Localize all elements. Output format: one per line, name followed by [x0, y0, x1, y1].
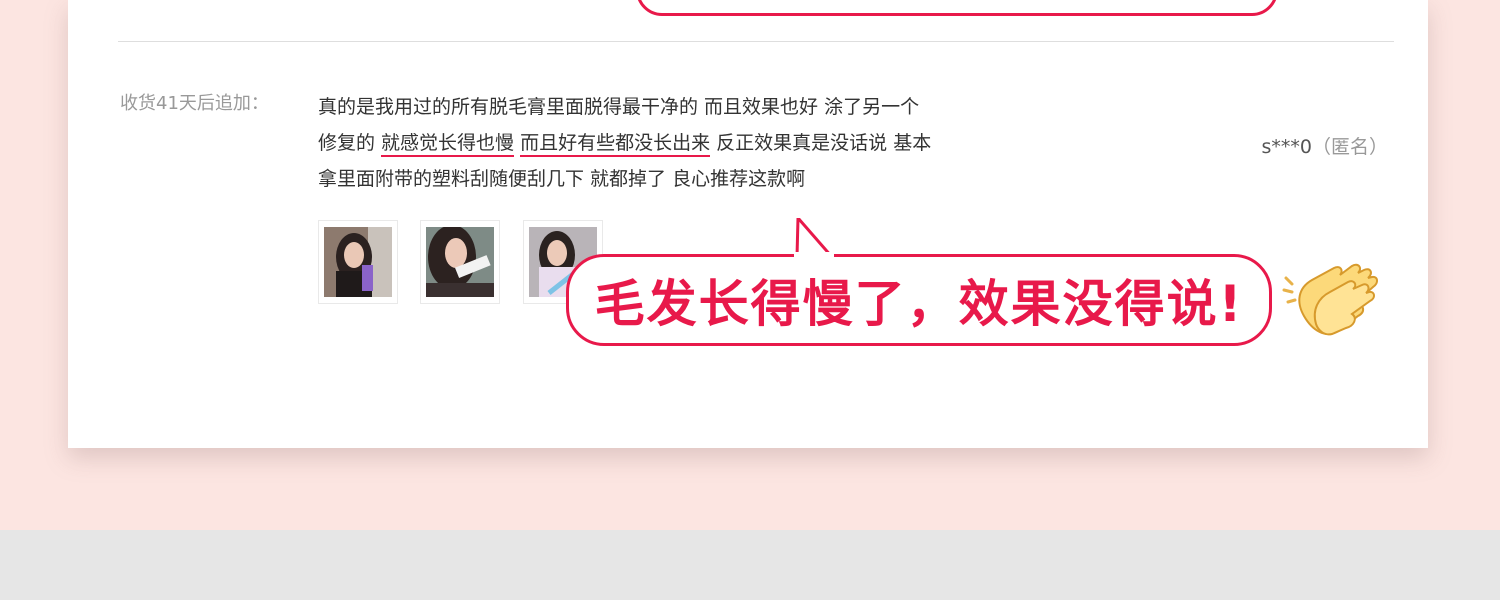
- review-line-2-start: 修复的: [318, 132, 382, 154]
- callout-text: 毛发长得慢了，效果没得说!: [594, 275, 1244, 333]
- review-line-2-end: 反正效果真是没话说 基本: [710, 132, 932, 154]
- review-line-1: 真的是我用过的所有脱毛膏里面脱得最干净的 而且效果也好 涂了另一个: [318, 96, 920, 118]
- anonymous-tag: （匿名）: [1311, 136, 1388, 158]
- review-photo[interactable]: [318, 220, 398, 304]
- callout-bubble: 毛发长得慢了，效果没得说!: [566, 254, 1272, 346]
- review-line-3: 拿里面附带的塑料刮随便刮几下 就都掉了 良心推荐这款啊: [318, 168, 806, 190]
- page-bottom-band: [0, 530, 1500, 600]
- username: s***0: [1261, 136, 1312, 158]
- review-line-2: 修复的 就感觉长得也慢 而且好有些都没长出来 反正效果真是没话说 基本: [318, 125, 1078, 161]
- clapping-hands-icon: [1282, 263, 1378, 336]
- review-photo[interactable]: [420, 220, 500, 304]
- reviewer-name: s***0（匿名）: [1261, 132, 1388, 159]
- review-text: 真的是我用过的所有脱毛膏里面脱得最干净的 而且效果也好 涂了另一个 修复的 就感…: [318, 89, 1078, 197]
- underlined-phrase-1: 就感觉长得也慢: [381, 132, 515, 157]
- divider: [118, 41, 1394, 42]
- review-card: [68, 0, 1428, 448]
- underlined-phrase-2: 而且好有些都没长出来: [520, 132, 711, 157]
- append-review-label: 收货41天后追加：: [120, 93, 269, 114]
- callout-tail-cover: [794, 252, 834, 260]
- previous-callout-bubble: [636, 0, 1278, 16]
